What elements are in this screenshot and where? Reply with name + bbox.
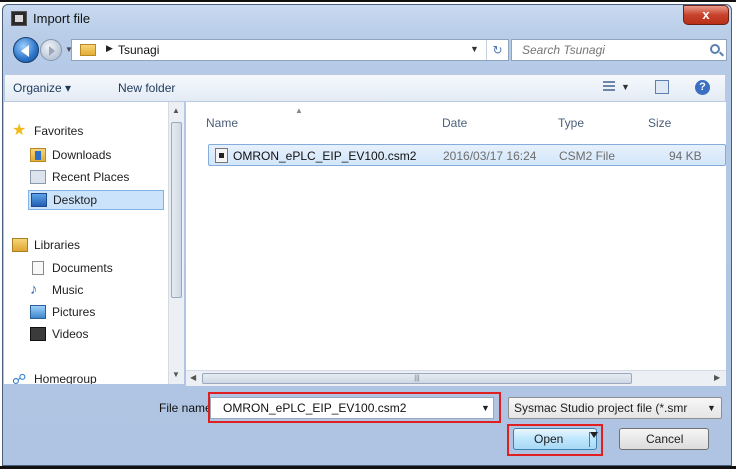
nav-item-favorites[interactable]: ★ Favorites (12, 122, 162, 142)
nav-item-label: Pictures (52, 305, 96, 319)
view-chevron-down-icon[interactable]: ▼ (621, 82, 630, 92)
folder-icon (80, 44, 96, 56)
command-toolbar: Organize ▾ New folder ▼ ? (4, 74, 726, 102)
column-header-date[interactable]: Date (442, 116, 467, 130)
preview-pane-icon[interactable] (655, 80, 669, 94)
address-bar[interactable]: ▶ Tsunagi ▼ ↻ (71, 39, 509, 61)
file-type-value: Sysmac Studio project file (*.smr (514, 401, 688, 415)
organize-button[interactable]: Organize ▾ (13, 81, 71, 95)
cancel-button[interactable]: Cancel (619, 428, 709, 450)
scroll-down-arrow-icon[interactable]: ▼ (172, 370, 180, 379)
nav-item-label: Favorites (34, 124, 84, 138)
horizontal-scroll-thumb[interactable]: ||| (202, 373, 632, 384)
file-name-cell: OMRON_ePLC_EIP_EV100.csm2 (233, 149, 417, 163)
search-box[interactable] (511, 39, 727, 61)
scroll-left-arrow-icon[interactable]: ◀ (190, 373, 196, 382)
nav-item-homegroup[interactable]: ☍ Homegroup (12, 370, 162, 384)
sort-caret-icon: ▲ (295, 106, 303, 115)
help-icon[interactable]: ? (695, 80, 710, 95)
search-icon[interactable] (710, 44, 720, 54)
file-type-cell: CSM2 File (559, 149, 616, 163)
column-header-name[interactable]: Name (206, 116, 238, 130)
column-header-size[interactable]: Size (648, 116, 671, 130)
nav-item-libraries[interactable]: Libraries (12, 236, 162, 256)
file-size-cell: 94 KB (669, 149, 702, 163)
nav-item-label: Homegroup (34, 372, 97, 384)
nav-item-videos[interactable]: Videos (30, 325, 162, 345)
frame-top-line (0, 0, 736, 2)
desktop-icon (31, 193, 47, 207)
nav-scroll-thumb[interactable] (171, 122, 182, 298)
documents-icon (32, 261, 44, 275)
app-icon (11, 11, 27, 26)
highlight-box-open (507, 424, 603, 456)
nav-item-label: Desktop (53, 193, 98, 207)
dialog-title: Import file (33, 11, 91, 26)
nav-item-label: Libraries (34, 238, 81, 252)
scroll-up-arrow-icon[interactable]: ▲ (172, 106, 180, 115)
nav-item-recent-places[interactable]: Recent Places (30, 168, 162, 188)
nav-item-pictures[interactable]: Pictures (30, 303, 162, 323)
new-folder-button[interactable]: New folder (118, 81, 175, 95)
homegroup-icon: ☍ (12, 371, 27, 384)
file-name-label: File name: (159, 401, 216, 415)
highlight-box-file-name (208, 392, 501, 423)
navigation-pane: ★ Favorites Downloads Recent Places Desk… (4, 102, 184, 384)
file-list-pane (186, 102, 726, 370)
breadcrumb-separator-icon[interactable]: ▶ (106, 43, 113, 54)
nav-item-desktop[interactable]: Desktop (28, 190, 164, 210)
file-row[interactable]: OMRON_ePLC_EIP_EV100.csm2 2016/03/17 16:… (208, 144, 726, 166)
breadcrumb-tsunagi[interactable]: Tsunagi (118, 43, 159, 57)
refresh-icon[interactable]: ↻ (486, 40, 508, 60)
libraries-icon (12, 238, 28, 252)
navigation-bar: ▼ ▶ Tsunagi ▼ ↻ (7, 35, 727, 69)
music-icon: ♪ (30, 281, 38, 298)
file-type-select[interactable]: Sysmac Studio project file (*.smr ▼ (508, 397, 722, 419)
cancel-button-label: Cancel (646, 432, 684, 446)
nav-item-label: Documents (52, 261, 113, 275)
scroll-right-arrow-icon[interactable]: ▶ (714, 373, 720, 382)
nav-item-label: Videos (52, 327, 89, 341)
column-header-type[interactable]: Type (558, 116, 584, 130)
pictures-icon (30, 305, 46, 319)
back-arrow-icon[interactable] (13, 37, 39, 63)
file-date-cell: 2016/03/17 16:24 (443, 149, 537, 163)
nav-item-music[interactable]: ♪ Music (30, 281, 162, 301)
recent-places-icon (30, 170, 46, 184)
close-button[interactable]: x (683, 5, 729, 25)
nav-item-label: Downloads (52, 148, 112, 162)
change-view-icon[interactable] (603, 81, 615, 93)
nav-item-label: Music (52, 283, 84, 297)
search-input[interactable] (522, 42, 692, 58)
title-bar: Import file x (3, 5, 731, 33)
downloads-folder-icon (30, 148, 46, 162)
organize-label: Organize (13, 81, 62, 95)
address-chevron-down-icon[interactable]: ▼ (470, 44, 479, 54)
nav-pane-scrollbar[interactable]: ▲ ▼ (168, 102, 184, 384)
csm2-file-icon (215, 148, 228, 163)
forward-arrow-icon[interactable] (40, 39, 62, 61)
nav-item-label: Recent Places (52, 170, 130, 184)
file-list-horizontal-scrollbar[interactable]: ◀ ||| ▶ (186, 370, 726, 386)
videos-icon (30, 327, 46, 341)
nav-item-documents[interactable]: Documents (30, 259, 162, 279)
file-type-chevron-down-icon[interactable]: ▼ (707, 403, 716, 413)
star-icon: ★ (12, 122, 27, 139)
nav-item-downloads[interactable]: Downloads (30, 146, 162, 166)
